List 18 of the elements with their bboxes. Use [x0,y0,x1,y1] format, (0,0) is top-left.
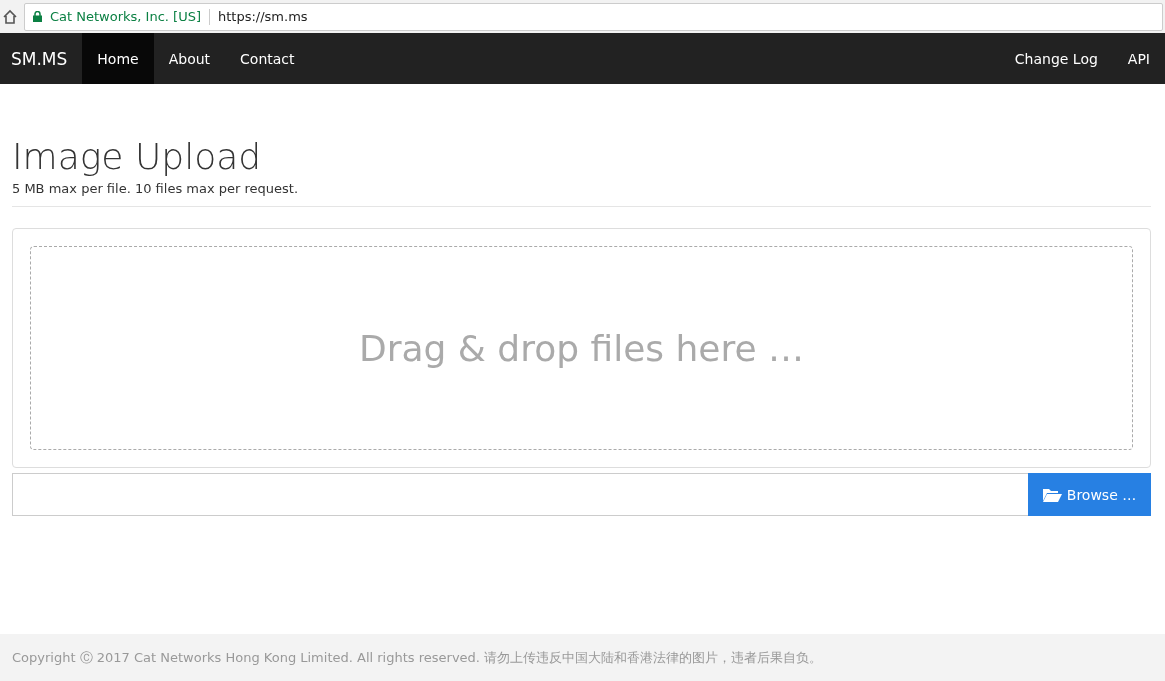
folder-icon [1042,487,1062,502]
address-bar[interactable]: Cat Networks, Inc. [US] https://sm.ms [24,2,1163,31]
page-title: Image Upload [12,136,263,177]
page-subtitle: 5 MB max per file. 10 files max per request. [12,181,300,196]
nav-tab[interactable]: Home [82,33,154,84]
nav-tab[interactable]: Contact [225,33,310,84]
lock-icon [33,11,42,22]
nav-link[interactable]: Change Log [999,33,1113,84]
url-text: https://sm.ms [218,9,308,24]
dropzone-text: Drag & drop files here … [358,327,805,369]
site-identity: Cat Networks, Inc. [US] [50,9,201,24]
brand-link[interactable]: SM.MS [0,33,83,84]
nav-link[interactable]: API [1112,33,1165,84]
browse-button[interactable]: Browse … [1028,473,1151,516]
nav-tab[interactable]: About [153,33,226,84]
home-icon[interactable] [2,8,18,25]
file-name-field[interactable] [12,473,1028,516]
footer-text: Copyright Ⓒ 2017 Cat Networks Hong Kong Limited. All rights reserved. 请勿上传违反中国大陆和香港法律的图片，违者后果自负。 [12,648,823,667]
